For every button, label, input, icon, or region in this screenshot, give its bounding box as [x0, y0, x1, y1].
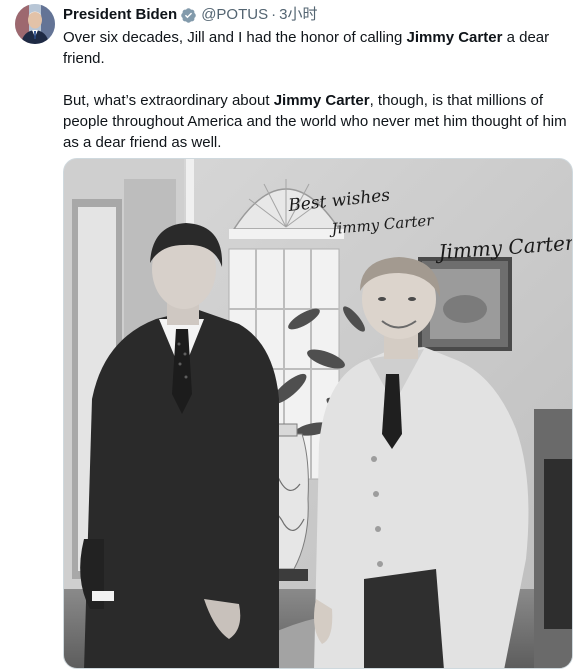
tweet-text: Over six decades, Jill and I had the hon… [63, 27, 573, 153]
photo-image: Best wishes Jimmy Carter Jimmy Carter [64, 159, 572, 668]
separator: · [271, 6, 277, 23]
mention-jimmy-carter: Jimmy Carter [273, 92, 370, 109]
tweet-paragraph-2: But, what’s extraordinary about Jimmy Ca… [63, 92, 567, 151]
avatar[interactable] [15, 4, 55, 44]
tweet-header: President Biden @POTUS · 3小时 [63, 5, 317, 25]
verified-badge-icon[interactable] [180, 7, 197, 24]
tweet-paragraph-1: Over six decades, Jill and I had the hon… [63, 29, 550, 67]
author-handle[interactable]: @POTUS [201, 5, 268, 25]
avatar-image [15, 4, 55, 44]
tweet-photo[interactable]: Best wishes Jimmy Carter Jimmy Carter [63, 158, 573, 669]
tweet: President Biden @POTUS · 3小时 Over six de… [0, 0, 587, 671]
timestamp[interactable]: 3小时 [279, 5, 317, 25]
mention-jimmy-carter: Jimmy Carter [406, 29, 503, 46]
author-name[interactable]: President Biden [63, 5, 177, 25]
